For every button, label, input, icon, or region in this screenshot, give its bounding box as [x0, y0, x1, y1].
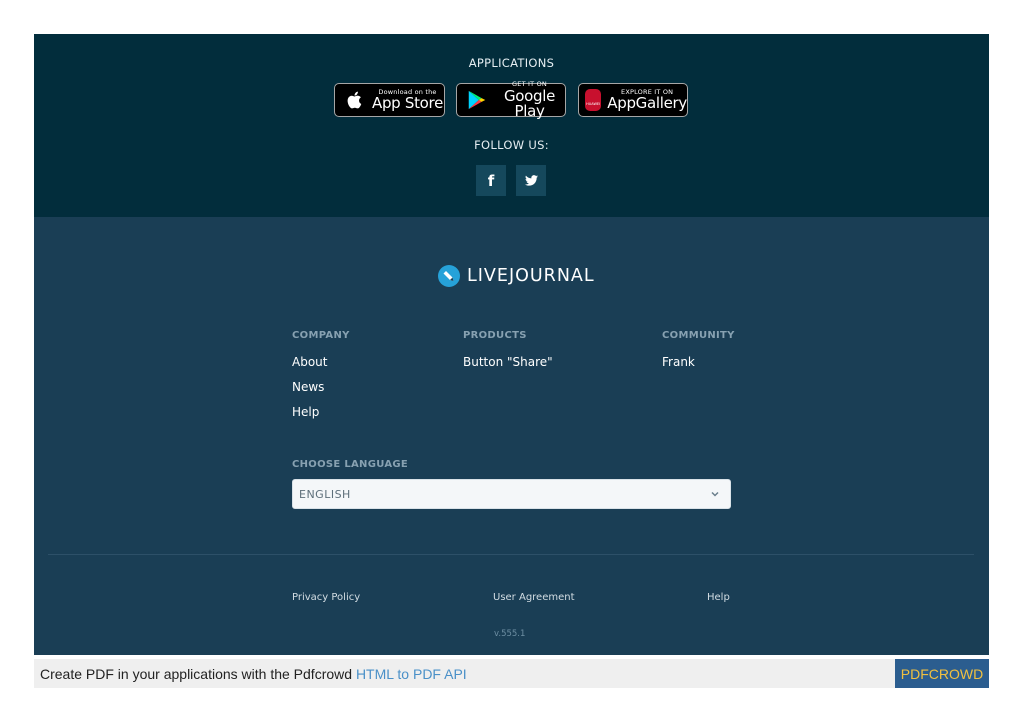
pdfcrowd-brand-link[interactable]: PDFCROWD: [895, 659, 989, 688]
applications-section: APPLICATIONS Download on the App Store G…: [34, 34, 989, 217]
twitter-icon: [524, 175, 538, 186]
main-footer: LIVEJOURNAL COMPANY About News Help PROD…: [34, 217, 989, 655]
footer-divider: [48, 554, 974, 555]
apple-icon: [347, 91, 362, 109]
privacy-policy-link[interactable]: Privacy Policy: [292, 592, 360, 603]
huawei-icon: HUAWEI: [585, 89, 602, 111]
language-select[interactable]: ENGLISH: [292, 479, 731, 509]
version-label: v.555.1: [494, 629, 526, 639]
help-link[interactable]: Help: [292, 405, 319, 419]
about-link[interactable]: About: [292, 355, 327, 369]
products-heading: PRODUCTS: [463, 330, 527, 341]
pdf-banner-text: Create PDF in your applications with the…: [40, 666, 353, 682]
chevron-down-icon: [711, 491, 719, 497]
badge-store-name: AppGallery: [607, 94, 687, 113]
follow-us-heading: FOLLOW US:: [474, 138, 549, 152]
facebook-button[interactable]: f: [476, 165, 506, 196]
html-to-pdf-api-link[interactable]: HTML to PDF API: [356, 666, 467, 682]
google-play-icon: [468, 90, 486, 110]
livejournal-logo[interactable]: LIVEJOURNAL: [437, 263, 595, 289]
applications-heading: APPLICATIONS: [468, 56, 555, 70]
news-link[interactable]: News: [292, 380, 324, 394]
twitter-button[interactable]: [516, 165, 546, 196]
facebook-icon: f: [487, 171, 495, 190]
bottom-help-link[interactable]: Help: [707, 592, 730, 603]
store-badges: Download on the App Store GET IT ON Goog…: [334, 81, 694, 120]
share-button-link[interactable]: Button "Share": [463, 355, 553, 369]
logo-text: LIVEJOURNAL: [467, 266, 595, 286]
social-buttons: f: [476, 165, 546, 196]
badge-store-name: Google Play: [503, 86, 556, 120]
choose-language-heading: CHOOSE LANGUAGE: [292, 459, 409, 470]
community-heading: COMMUNITY: [662, 330, 735, 341]
app-store-badge[interactable]: Download on the App Store: [334, 83, 445, 117]
language-selected-value: ENGLISH: [299, 487, 351, 501]
google-play-badge[interactable]: GET IT ON Google Play: [456, 81, 566, 120]
frank-link[interactable]: Frank: [662, 355, 695, 369]
pdfcrowd-banner: Create PDF in your applications with the…: [34, 659, 989, 688]
company-heading: COMPANY: [292, 330, 350, 341]
user-agreement-link[interactable]: User Agreement: [493, 592, 575, 603]
livejournal-logo-icon: [438, 265, 460, 287]
app-gallery-badge[interactable]: HUAWEI EXPLORE IT ON AppGallery: [578, 83, 688, 117]
badge-store-name: App Store: [372, 94, 444, 113]
